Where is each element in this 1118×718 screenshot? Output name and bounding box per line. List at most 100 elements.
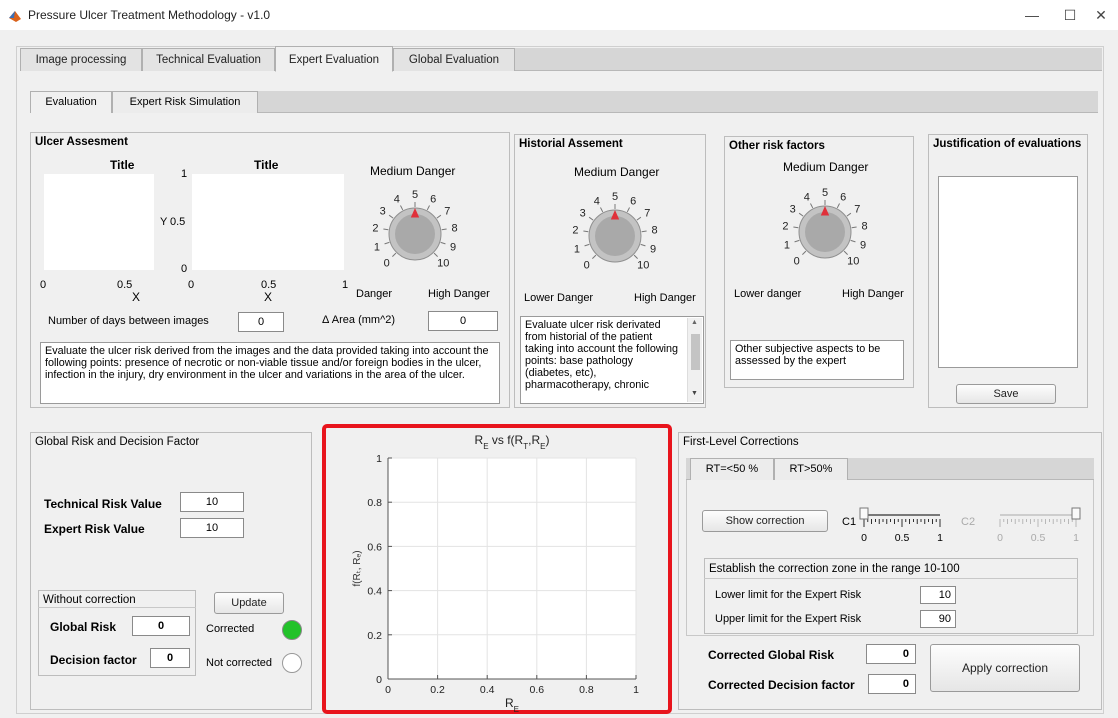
knob-tick bbox=[640, 243, 646, 247]
knob-label: 1 bbox=[784, 239, 790, 251]
knob-label: 9 bbox=[860, 239, 866, 251]
knob-label: 5 bbox=[612, 191, 618, 203]
x-tick-label: 0.6 bbox=[529, 684, 544, 696]
subtab-evaluation[interactable]: Evaluation bbox=[30, 91, 112, 113]
area-label: Δ Area (mm^2) bbox=[322, 314, 396, 326]
y-tick-label: 0.6 bbox=[367, 541, 382, 553]
historial-description: Evaluate ulcer risk derivated from histo… bbox=[520, 316, 704, 404]
knob-label: 7 bbox=[854, 203, 860, 215]
technical-risk-input[interactable]: 10 bbox=[180, 492, 244, 512]
c2-slider[interactable]: 0 0.5 1 bbox=[992, 506, 1084, 548]
show-correction-button[interactable]: Show correction bbox=[702, 510, 828, 532]
corrected-global-risk-label: Corrected Global Risk bbox=[708, 648, 835, 662]
decision-factor-label: Decision factor bbox=[50, 653, 137, 667]
knob-label: 1 bbox=[374, 241, 380, 253]
corrected-decision-input[interactable]: 0 bbox=[868, 674, 916, 694]
tab-global-evaluation[interactable]: Global Evaluation bbox=[393, 48, 515, 71]
knob-tick bbox=[584, 243, 590, 247]
matlab-icon bbox=[9, 11, 21, 22]
knob-tick bbox=[392, 252, 397, 257]
c1-label: C1 bbox=[842, 516, 857, 528]
global-risk-input[interactable]: 0 bbox=[132, 616, 190, 636]
other-knob-title: Medium Danger bbox=[783, 160, 869, 174]
scroll-up-icon[interactable]: ▲ bbox=[691, 319, 698, 326]
knob-label: 10 bbox=[637, 259, 649, 271]
area-input[interactable]: 0 bbox=[428, 311, 498, 331]
tab-technical-evaluation[interactable]: Technical Evaluation bbox=[142, 48, 275, 71]
y-tick-label: 0.8 bbox=[367, 497, 382, 509]
save-button[interactable]: Save bbox=[956, 384, 1056, 404]
lower-limit-input[interactable]: 10 bbox=[920, 586, 956, 604]
slider-thumb bbox=[1071, 507, 1081, 520]
c1-slider[interactable]: 0 0.5 1 bbox=[856, 506, 948, 548]
close-button[interactable]: ✕ bbox=[1084, 4, 1118, 26]
plot1-xtick-0: 0 bbox=[40, 279, 47, 291]
knob-tick bbox=[836, 203, 840, 209]
tab-expert-evaluation[interactable]: Expert Evaluation bbox=[275, 46, 393, 72]
plot1-xlabel: X bbox=[132, 290, 141, 304]
knob-tick bbox=[850, 239, 856, 243]
apply-correction-button[interactable]: Apply correction bbox=[930, 644, 1080, 692]
ulcer-knob-title: Medium Danger bbox=[370, 164, 456, 178]
other-high-label: High Danger bbox=[842, 288, 904, 300]
knob-tick bbox=[626, 207, 630, 213]
divider bbox=[704, 578, 1078, 579]
subtab-expert-risk-simulation[interactable]: Expert Risk Simulation bbox=[112, 91, 258, 113]
not-corrected-label: Not corrected bbox=[206, 657, 273, 669]
knob-label: 4 bbox=[594, 195, 600, 207]
x-tick-label: 0 bbox=[385, 684, 391, 696]
ulcer-danger-knob[interactable]: 01 234 5 678 910 bbox=[360, 184, 470, 280]
other-low-label: Lower danger bbox=[734, 288, 802, 300]
knob-tick bbox=[851, 226, 857, 229]
plot2-title: Title bbox=[254, 158, 279, 172]
corrected-indicator bbox=[282, 620, 302, 640]
scrollbar-thumb[interactable] bbox=[691, 334, 700, 370]
other-danger-knob[interactable]: 01 234 5 678 910 bbox=[770, 182, 880, 278]
tab-rt-le-50[interactable]: RT=<50 % bbox=[690, 458, 774, 480]
expert-risk-input[interactable]: 10 bbox=[180, 518, 244, 538]
justification-textarea[interactable] bbox=[938, 176, 1078, 368]
knob-tick bbox=[400, 205, 404, 211]
knob-label: 6 bbox=[840, 191, 846, 203]
knob-tick bbox=[588, 216, 594, 221]
plot1-area bbox=[44, 174, 154, 270]
y-tick-label: 1 bbox=[376, 453, 382, 465]
plot2-xlabel: X bbox=[264, 290, 273, 304]
update-button[interactable]: Update bbox=[214, 592, 284, 614]
ulcer-knob-high-label: High Danger bbox=[428, 288, 490, 300]
plot2-ytick-0: 0 bbox=[181, 263, 188, 275]
without-correction-title: Without correction bbox=[43, 594, 136, 606]
knob-tick bbox=[794, 239, 800, 243]
minimize-button[interactable]: — bbox=[1012, 4, 1052, 26]
knob-tick bbox=[583, 230, 589, 233]
slider-tick-label: 1 bbox=[937, 532, 943, 544]
historial-title: Historial Assement bbox=[519, 138, 623, 150]
days-input[interactable]: 0 bbox=[238, 312, 284, 332]
plot2-area bbox=[192, 174, 344, 270]
x-tick-label: 0.8 bbox=[579, 684, 594, 696]
risk-chart: 0 0.2 0.4 0.6 0.8 100.20.40.60.81RE vs f(RT,R… bbox=[322, 424, 672, 714]
knob-label: 9 bbox=[650, 243, 656, 255]
knob-dial bbox=[805, 212, 845, 252]
tab-rt-gt-50[interactable]: RT>50% bbox=[774, 458, 848, 480]
ulcer-panel-title: Ulcer Assesment bbox=[35, 136, 128, 148]
knob-label: 9 bbox=[450, 241, 456, 253]
scroll-down-icon[interactable]: ▼ bbox=[691, 390, 698, 397]
decision-factor-input[interactable]: 0 bbox=[150, 648, 190, 668]
knob-label: 10 bbox=[847, 255, 859, 267]
upper-limit-input[interactable]: 90 bbox=[920, 610, 956, 628]
tab-image-processing[interactable]: Image processing bbox=[20, 48, 142, 71]
corrected-label: Corrected bbox=[206, 623, 255, 635]
knob-tick bbox=[388, 214, 394, 219]
historial-knob-title: Medium Danger bbox=[574, 165, 660, 179]
knob-tick bbox=[798, 212, 804, 217]
knob-label: 0 bbox=[584, 259, 590, 271]
x-tick-label: 0.2 bbox=[430, 684, 445, 696]
slider-tick-label: 0.5 bbox=[895, 532, 910, 544]
slider-tick-label: 1 bbox=[1073, 532, 1079, 544]
corrected-global-risk-input[interactable]: 0 bbox=[866, 644, 916, 664]
historial-scrollbar[interactable]: ▲ ▼ bbox=[687, 318, 702, 402]
historial-danger-knob[interactable]: 01 234 5 678 910 bbox=[560, 186, 670, 282]
y-axis-label: f(Rₜ, Rₑ) bbox=[352, 550, 363, 586]
knob-dial bbox=[395, 214, 435, 254]
